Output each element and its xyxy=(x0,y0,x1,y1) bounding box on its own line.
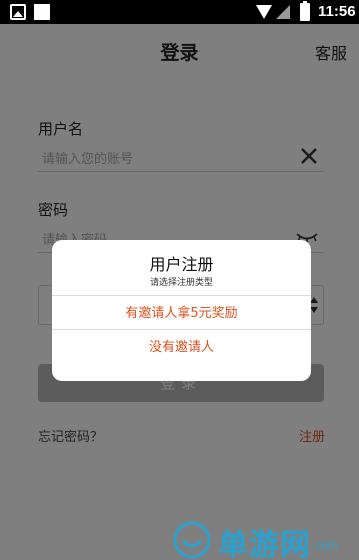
wifi-icon xyxy=(256,5,272,19)
watermark: 单游网 .com xyxy=(172,518,352,560)
status-bar: 11:56 xyxy=(0,0,359,24)
register-dialog: 用户注册 请选择注册类型 有邀请人拿5元奖励 没有邀请人 xyxy=(52,240,311,381)
watermark-suffix: .com xyxy=(312,538,339,552)
option-no-inviter[interactable]: 没有邀请人 xyxy=(52,331,311,365)
dialog-divider xyxy=(52,295,311,296)
watermark-logo-icon xyxy=(173,521,211,559)
dialog-subtitle: 请选择注册类型 xyxy=(149,278,213,288)
dialog-title: 用户注册 xyxy=(149,255,214,274)
notification-icon xyxy=(34,4,50,20)
option-with-inviter[interactable]: 有邀请人拿5元奖励 xyxy=(52,297,311,331)
dialog-divider xyxy=(52,329,311,330)
status-time: 11:56 xyxy=(318,3,356,20)
battery-icon xyxy=(300,1,310,21)
signal-icon xyxy=(276,5,290,19)
image-icon xyxy=(10,4,26,20)
watermark-text: 单游网 xyxy=(218,528,311,560)
